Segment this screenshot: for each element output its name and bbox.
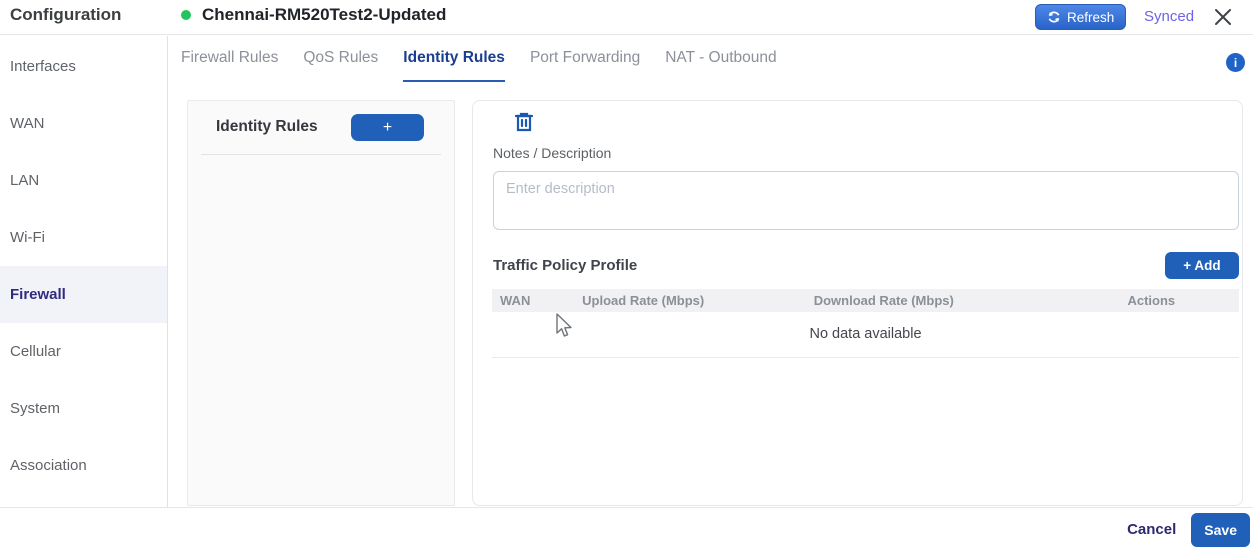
- sidebar-item-lan[interactable]: LAN: [0, 152, 167, 209]
- device-name: Chennai-RM520Test2-Updated: [202, 5, 446, 25]
- add-traffic-policy-button[interactable]: + Add: [1165, 252, 1239, 279]
- refresh-label: Refresh: [1067, 10, 1114, 25]
- sidebar-item-cellular[interactable]: Cellular: [0, 323, 167, 380]
- add-identity-rule-button[interactable]: +: [351, 114, 424, 141]
- sidebar-item-firewall[interactable]: Firewall: [0, 266, 167, 323]
- sync-status: Synced: [1144, 8, 1194, 25]
- device-status-dot: [181, 10, 191, 20]
- sidebar-nav: Interfaces WAN LAN Wi-Fi Firewall Cellul…: [0, 36, 168, 551]
- no-data-message: No data available: [492, 312, 1239, 357]
- tab-port-forwarding[interactable]: Port Forwarding: [530, 49, 640, 82]
- tab-firewall-rules[interactable]: Firewall Rules: [181, 49, 278, 82]
- save-button[interactable]: Save: [1191, 513, 1250, 547]
- tab-nat-outbound[interactable]: NAT - Outbound: [665, 49, 776, 82]
- refresh-icon: [1047, 10, 1061, 24]
- info-icon[interactable]: i: [1226, 53, 1245, 72]
- column-header-actions: Actions: [1119, 289, 1239, 312]
- tab-identity-rules[interactable]: Identity Rules: [403, 49, 505, 82]
- table-header-row: WAN Upload Rate (Mbps) Download Rate (Mb…: [492, 289, 1239, 312]
- traffic-policy-table: WAN Upload Rate (Mbps) Download Rate (Mb…: [492, 289, 1239, 358]
- sidebar-item-interfaces[interactable]: Interfaces: [0, 38, 167, 95]
- delete-rule-icon[interactable]: [511, 110, 537, 136]
- footer-bar: Cancel Save: [0, 507, 1253, 551]
- sidebar-item-wan[interactable]: WAN: [0, 95, 167, 152]
- close-icon[interactable]: [1211, 5, 1235, 29]
- identity-rule-detail-panel: Notes / Description Traffic Policy Profi…: [472, 100, 1243, 506]
- sidebar-item-wifi[interactable]: Wi-Fi: [0, 209, 167, 266]
- identity-rules-list-panel: Identity Rules +: [187, 100, 455, 506]
- tab-qos-rules[interactable]: QoS Rules: [303, 49, 378, 82]
- notes-description-label: Notes / Description: [493, 145, 611, 161]
- page-title: Configuration: [10, 5, 121, 25]
- sidebar-item-association[interactable]: Association: [0, 437, 167, 494]
- cancel-button[interactable]: Cancel: [1127, 521, 1176, 538]
- firewall-tab-bar: Firewall Rules QoS Rules Identity Rules …: [169, 35, 1253, 91]
- column-header-wan: WAN: [492, 289, 574, 312]
- rules-panel-title: Identity Rules: [216, 118, 318, 136]
- column-header-download-rate: Download Rate (Mbps): [806, 289, 1120, 312]
- table-empty-row: No data available: [492, 312, 1239, 357]
- notes-description-input[interactable]: [493, 171, 1239, 230]
- sidebar-item-system[interactable]: System: [0, 380, 167, 437]
- configuration-window: Configuration Chennai-RM520Test2-Updated…: [0, 0, 1253, 551]
- column-header-upload-rate: Upload Rate (Mbps): [574, 289, 806, 312]
- window-header: Configuration Chennai-RM520Test2-Updated…: [0, 0, 1253, 35]
- refresh-button[interactable]: Refresh: [1035, 4, 1126, 30]
- rules-panel-divider: [201, 154, 441, 155]
- traffic-policy-profile-title: Traffic Policy Profile: [493, 257, 637, 274]
